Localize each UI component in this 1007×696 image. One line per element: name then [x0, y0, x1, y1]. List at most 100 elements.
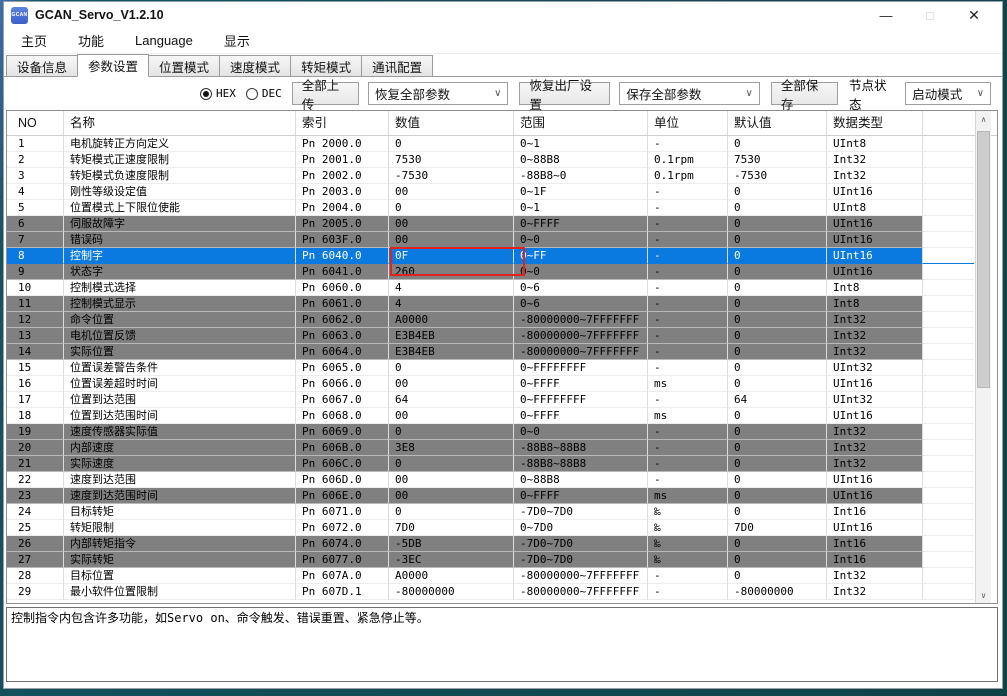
- cell-no[interactable]: 24: [7, 504, 64, 520]
- cell-type[interactable]: UInt16: [827, 232, 923, 248]
- cell-no[interactable]: 7: [7, 232, 64, 248]
- cell-unit[interactable]: ‰: [648, 504, 728, 520]
- cell-name[interactable]: 命令位置: [64, 312, 296, 328]
- table-row-4[interactable]: 4 刚性等级设定值 Pn 2003.0 00 0~1F -0 UInt16: [7, 184, 997, 200]
- cell-name[interactable]: 速度到达范围时间: [64, 488, 296, 504]
- cell-no[interactable]: 16: [7, 376, 64, 392]
- table-row-12[interactable]: 12 命令位置 Pn 6062.0 A0000 -80000000~7FFFFFFF -0…: [7, 312, 997, 328]
- cell-name[interactable]: 最小软件位置限制: [64, 584, 296, 600]
- cell-index[interactable]: Pn 6071.0: [296, 504, 389, 520]
- cell-default[interactable]: 0: [728, 408, 827, 424]
- cell-default[interactable]: 0: [728, 568, 827, 584]
- cell-value[interactable]: 0: [389, 200, 514, 216]
- cell-range[interactable]: -80000000~7FFFFFFF: [514, 344, 648, 360]
- cell-type[interactable]: UInt16: [827, 376, 923, 392]
- cell-no[interactable]: 3: [7, 168, 64, 184]
- cell-default[interactable]: 0: [728, 200, 827, 216]
- cell-range[interactable]: 0~1: [514, 136, 648, 152]
- table-row-18[interactable]: 18 位置到达范围时间 Pn 6068.0 00 0~FFFF ms 0 UInt16: [7, 408, 997, 424]
- cell-no[interactable]: 26: [7, 536, 64, 552]
- cell-value[interactable]: 4: [389, 296, 514, 312]
- cell-value[interactable]: -3EC: [389, 552, 514, 568]
- cell-index[interactable]: Pn 606B.0: [296, 440, 389, 456]
- tab-speed-mode[interactable]: 速度模式: [219, 55, 292, 76]
- table-row-11[interactable]: 11 控制模式显示 Pn 6061.0 4 0~6-0 Int8: [7, 296, 997, 312]
- tab-comm-config[interactable]: 通讯配置: [361, 55, 434, 76]
- table-row-3[interactable]: 3 转矩模式负速度限制 Pn 2002.0 -7530 -88B8~0 0.1rpm -75…: [7, 168, 997, 184]
- cell-type[interactable]: Int8: [827, 280, 923, 296]
- cell-range[interactable]: 0~FFFFFFFF: [514, 360, 648, 376]
- cell-name[interactable]: 实际转矩: [64, 552, 296, 568]
- cell-range[interactable]: 0~0: [514, 264, 648, 280]
- menu-display[interactable]: 显示: [222, 29, 252, 52]
- cell-unit[interactable]: -: [648, 264, 728, 280]
- cell-unit[interactable]: -: [648, 248, 728, 264]
- cell-index[interactable]: Pn 2000.0: [296, 136, 389, 152]
- cell-range[interactable]: 0~88B8: [514, 472, 648, 488]
- node-status-dropdown[interactable]: 启动模式 ∨: [905, 82, 992, 105]
- cell-unit[interactable]: ms: [648, 408, 728, 424]
- cell-default[interactable]: 0: [728, 360, 827, 376]
- scroll-up-icon[interactable]: ∧: [976, 111, 991, 127]
- table-row-20[interactable]: 20 内部速度 Pn 606B.0 3E8 -88B8~88B8-0 Int32: [7, 440, 997, 456]
- cell-name[interactable]: 转矩限制: [64, 520, 296, 536]
- hex-radio[interactable]: HEX: [200, 87, 236, 100]
- cell-type[interactable]: Int32: [827, 168, 923, 184]
- table-row-5[interactable]: 5 位置模式上下限位使能 Pn 2004.0 0 0~1-0 UInt8: [7, 200, 997, 216]
- cell-default[interactable]: -7530: [728, 168, 827, 184]
- column-header-value[interactable]: 数值: [389, 111, 514, 135]
- cell-name[interactable]: 伺服故障字: [64, 216, 296, 232]
- cell-value[interactable]: 4: [389, 280, 514, 296]
- cell-index[interactable]: Pn 603F.0: [296, 232, 389, 248]
- cell-value[interactable]: E3B4EB: [389, 328, 514, 344]
- table-row-29[interactable]: 29 最小软件位置限制 Pn 607D.1 -80000000 -80000000~7F…: [7, 584, 997, 600]
- cell-value[interactable]: 7D0: [389, 520, 514, 536]
- cell-value[interactable]: 0: [389, 456, 514, 472]
- cell-default[interactable]: 0: [728, 456, 827, 472]
- cell-index[interactable]: Pn 6062.0: [296, 312, 389, 328]
- cell-range[interactable]: -80000000~7FFFFFFF: [514, 584, 648, 600]
- cell-no[interactable]: 2: [7, 152, 64, 168]
- cell-no[interactable]: 6: [7, 216, 64, 232]
- table-row-2[interactable]: 2 转矩模式正速度限制 Pn 2001.0 7530 0~88B8 0.1rpm 7530 I…: [7, 152, 997, 168]
- tab-parameter-settings[interactable]: 参数设置: [77, 54, 150, 77]
- cell-index[interactable]: Pn 2004.0: [296, 200, 389, 216]
- table-row-17[interactable]: 17 位置到达范围 Pn 6067.0 64 0~FFFFFFFF -64 UInt32: [7, 392, 997, 408]
- cell-index[interactable]: Pn 6068.0: [296, 408, 389, 424]
- cell-default[interactable]: 0: [728, 312, 827, 328]
- cell-name[interactable]: 转矩模式负速度限制: [64, 168, 296, 184]
- save-all-button[interactable]: 全部保存: [770, 79, 839, 112]
- cell-default[interactable]: 0: [728, 536, 827, 552]
- cell-name[interactable]: 刚性等级设定值: [64, 184, 296, 200]
- cell-no[interactable]: 23: [7, 488, 64, 504]
- cell-value[interactable]: 00: [389, 232, 514, 248]
- close-button[interactable]: ✕: [952, 2, 996, 28]
- cell-type[interactable]: Int16: [827, 504, 923, 520]
- cell-type[interactable]: UInt16: [827, 216, 923, 232]
- cell-type[interactable]: UInt32: [827, 392, 923, 408]
- cell-index[interactable]: Pn 606C.0: [296, 456, 389, 472]
- table-row-24[interactable]: 24 目标转矩 Pn 6071.0 0 -7D0~7D0 ‰ 0 Int16: [7, 504, 997, 520]
- cell-value[interactable]: 00: [389, 184, 514, 200]
- cell-type[interactable]: UInt16: [827, 248, 923, 264]
- cell-range[interactable]: 0~FFFF: [514, 216, 648, 232]
- cell-default[interactable]: 0: [728, 136, 827, 152]
- cell-value[interactable]: 0: [389, 360, 514, 376]
- cell-range[interactable]: 0~0: [514, 232, 648, 248]
- table-row-28[interactable]: 28 目标位置 Pn 607A.0 A0000 -80000000~7FFFFFFF -0…: [7, 568, 997, 584]
- cell-default[interactable]: -80000000: [728, 584, 827, 600]
- cell-range[interactable]: -7D0~7D0: [514, 536, 648, 552]
- cell-type[interactable]: Int32: [827, 440, 923, 456]
- cell-unit[interactable]: -: [648, 184, 728, 200]
- cell-default[interactable]: 0: [728, 328, 827, 344]
- cell-value[interactable]: A0000: [389, 312, 514, 328]
- cell-unit[interactable]: -: [648, 424, 728, 440]
- cell-no[interactable]: 8: [7, 248, 64, 264]
- cell-value[interactable]: 00: [389, 408, 514, 424]
- cell-unit[interactable]: ‰: [648, 536, 728, 552]
- cell-name[interactable]: 速度传感器实际值: [64, 424, 296, 440]
- cell-name[interactable]: 内部转矩指令: [64, 536, 296, 552]
- table-row-21[interactable]: 21 实际速度 Pn 606C.0 0 -88B8~88B8-0 Int32: [7, 456, 997, 472]
- cell-value[interactable]: 00: [389, 216, 514, 232]
- cell-index[interactable]: Pn 606E.0: [296, 488, 389, 504]
